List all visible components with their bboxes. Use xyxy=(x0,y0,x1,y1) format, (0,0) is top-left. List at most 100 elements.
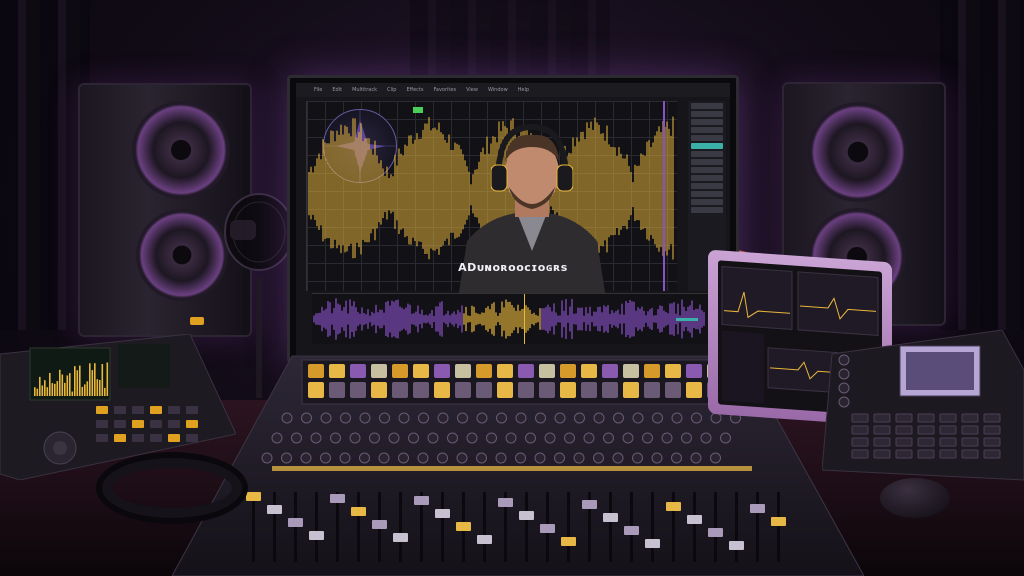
device-button[interactable] xyxy=(132,406,144,414)
pad-button[interactable] xyxy=(873,425,891,435)
knob-icon[interactable] xyxy=(300,452,312,464)
pad-button[interactable] xyxy=(895,449,913,459)
channel-button[interactable] xyxy=(308,382,324,398)
knob-icon[interactable] xyxy=(652,412,663,424)
knob-icon[interactable] xyxy=(632,452,643,464)
knob-icon[interactable] xyxy=(330,432,341,444)
knob-icon[interactable] xyxy=(515,452,526,464)
fader-icon[interactable] xyxy=(456,522,471,531)
fader-icon[interactable] xyxy=(288,518,303,527)
knob-icon[interactable] xyxy=(476,412,488,424)
knob-icon[interactable] xyxy=(408,432,419,444)
channel-button[interactable] xyxy=(518,382,534,398)
fader-icon[interactable] xyxy=(624,526,639,535)
channel-button[interactable] xyxy=(308,364,324,378)
side-panel-row[interactable] xyxy=(691,199,723,205)
device-button[interactable] xyxy=(186,406,198,414)
side-panel-row[interactable] xyxy=(691,143,723,149)
device-button[interactable] xyxy=(114,434,126,442)
knob-icon[interactable] xyxy=(574,412,585,424)
knob-icon[interactable] xyxy=(320,452,331,464)
pad-button[interactable] xyxy=(983,425,1001,435)
fader-icon[interactable] xyxy=(603,513,618,522)
device-button[interactable] xyxy=(168,406,180,414)
knob-icon[interactable] xyxy=(661,432,673,444)
knob-icon[interactable] xyxy=(838,368,850,380)
fader-icon[interactable] xyxy=(645,539,660,548)
knob-icon[interactable] xyxy=(613,412,624,424)
pad-button[interactable] xyxy=(851,413,869,423)
device-button[interactable] xyxy=(114,406,126,414)
channel-button[interactable] xyxy=(434,364,450,378)
knob-icon[interactable] xyxy=(339,452,351,464)
knob-icon[interactable] xyxy=(437,452,448,464)
fader-icon[interactable] xyxy=(309,531,324,540)
channel-button[interactable] xyxy=(350,364,366,378)
knob-icon[interactable] xyxy=(281,452,292,464)
channel-button[interactable] xyxy=(413,382,429,398)
knob-icon[interactable] xyxy=(505,432,517,444)
channel-button[interactable] xyxy=(497,364,513,378)
menu-window[interactable]: Window xyxy=(488,83,508,97)
menu-clip[interactable]: Clip xyxy=(387,83,396,97)
knob-icon[interactable] xyxy=(359,452,370,464)
fader-icon[interactable] xyxy=(393,533,408,542)
fader-icon[interactable] xyxy=(540,524,555,533)
side-panel-row[interactable] xyxy=(691,151,723,157)
channel-button[interactable] xyxy=(476,364,492,378)
knob-icon[interactable] xyxy=(320,412,332,424)
channel-button[interactable] xyxy=(455,364,471,378)
knob-icon[interactable] xyxy=(554,452,565,464)
knob-icon[interactable] xyxy=(349,432,361,444)
device-button[interactable] xyxy=(150,406,162,414)
pad-button[interactable] xyxy=(873,413,891,423)
knob-icon[interactable] xyxy=(642,432,653,444)
knob-icon[interactable] xyxy=(838,354,850,366)
mouse-icon[interactable] xyxy=(880,478,950,518)
pad-button[interactable] xyxy=(895,437,913,447)
channel-button[interactable] xyxy=(497,382,513,398)
channel-button[interactable] xyxy=(329,364,345,378)
channel-button[interactable] xyxy=(665,382,681,398)
knob-icon[interactable] xyxy=(573,452,585,464)
channel-button[interactable] xyxy=(539,364,555,378)
knob-icon[interactable] xyxy=(291,432,302,444)
channel-button[interactable] xyxy=(392,382,408,398)
knob-icon[interactable] xyxy=(379,412,390,424)
knob-icon[interactable] xyxy=(486,432,497,444)
channel-button[interactable] xyxy=(476,382,492,398)
knob-icon[interactable] xyxy=(612,452,624,464)
pad-button[interactable] xyxy=(917,449,935,459)
knob-icon[interactable] xyxy=(564,432,575,444)
channel-button[interactable] xyxy=(581,364,597,378)
knob-icon[interactable] xyxy=(691,412,702,424)
knob-icon[interactable] xyxy=(671,452,682,464)
side-panel-row[interactable] xyxy=(691,111,723,117)
menu-help[interactable]: Help xyxy=(518,83,529,97)
channel-button[interactable] xyxy=(392,364,408,378)
knob-icon[interactable] xyxy=(281,412,293,424)
pad-button[interactable] xyxy=(917,437,935,447)
knob-icon[interactable] xyxy=(369,432,380,444)
menu-view[interactable]: View xyxy=(466,83,478,97)
pad-button[interactable] xyxy=(895,425,913,435)
knob-icon[interactable] xyxy=(593,452,604,464)
channel-button[interactable] xyxy=(581,382,597,398)
knob-icon[interactable] xyxy=(583,432,595,444)
fader-icon[interactable] xyxy=(519,511,534,520)
knob-icon[interactable] xyxy=(720,432,731,444)
fader-icon[interactable] xyxy=(708,528,723,537)
pad-button[interactable] xyxy=(961,449,979,459)
knob-icon[interactable] xyxy=(515,412,527,424)
clip-handle[interactable] xyxy=(676,318,698,321)
channel-button[interactable] xyxy=(371,382,387,398)
device-button[interactable] xyxy=(96,406,108,414)
pad-button[interactable] xyxy=(851,437,869,447)
knob-icon[interactable] xyxy=(398,412,410,424)
fader-icon[interactable] xyxy=(729,541,744,550)
knob-icon[interactable] xyxy=(544,432,556,444)
knob-icon[interactable] xyxy=(710,412,722,424)
side-panel-row[interactable] xyxy=(691,119,723,125)
pad-button[interactable] xyxy=(983,449,1001,459)
knob-icon[interactable] xyxy=(681,432,692,444)
